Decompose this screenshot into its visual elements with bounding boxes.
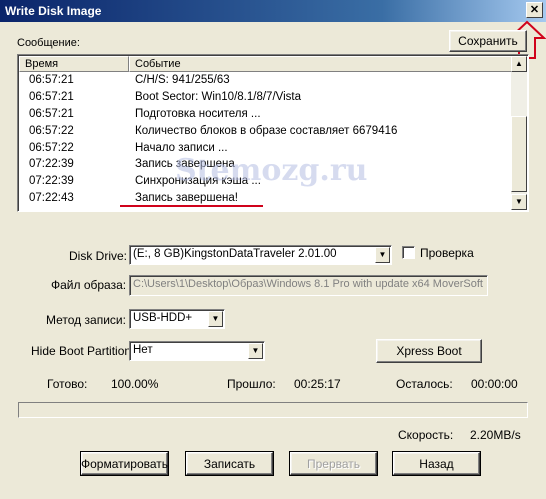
verify-checkbox[interactable] <box>402 246 415 259</box>
log-list-header: Время Событие <box>19 56 513 72</box>
image-file-value: C:\Users\1\Desktop\Образ\Windows 8.1 Pro… <box>133 278 483 290</box>
window-title: Write Disk Image <box>5 4 102 18</box>
log-row[interactable]: 06:57:21 Boot Sector: Win10/8.1/8/7/Vista <box>19 89 513 106</box>
log-time: 07:22:39 <box>29 158 74 171</box>
remaining-label: Осталось: <box>396 377 453 391</box>
disk-drive-value: (E:, 8 GB)KingstonDataTraveler 2.01.00 <box>133 248 337 260</box>
dropdown-arrow-icon[interactable]: ▼ <box>208 311 223 327</box>
log-event: Boot Sector: Win10/8.1/8/7/Vista <box>135 90 301 103</box>
log-row[interactable]: 06:57:21 C/H/S: 941/255/63 <box>19 72 513 89</box>
write-button-label: Записать <box>203 456 256 471</box>
log-time: 06:57:21 <box>29 90 74 103</box>
xpress-boot-button[interactable]: Xpress Boot <box>376 339 482 363</box>
log-row[interactable]: 07:22:39 Синхронизация кэша ... <box>19 173 513 190</box>
done-value: 100.00% <box>111 377 159 391</box>
log-row[interactable]: 06:57:21 Подготовка носителя ... <box>19 106 513 123</box>
remaining-value: 00:00:00 <box>471 377 518 391</box>
log-time: 07:22:43 <box>29 192 74 205</box>
image-file-field: C:\Users\1\Desktop\Образ\Windows 8.1 Pro… <box>129 275 488 296</box>
log-label: Сообщение: <box>17 37 80 49</box>
log-list[interactable]: Время Событие 06:57:21 C/H/S: 941/255/63 … <box>17 54 529 212</box>
save-log-button-label: Сохранить <box>458 34 518 48</box>
close-icon: ✕ <box>529 4 540 16</box>
abort-button-label: Прервать <box>306 456 361 471</box>
write-method-value: USB-HDD+ <box>133 312 193 324</box>
log-time: 06:57:22 <box>29 124 74 137</box>
speed-value: 2.20MB/s <box>470 428 521 442</box>
scroll-down-icon[interactable]: ▼ <box>511 194 527 210</box>
speed-label: Скорость: <box>398 428 454 442</box>
image-file-label: Файл образа: <box>51 278 127 292</box>
elapsed-value: 00:25:17 <box>294 377 341 391</box>
back-button-label: Назад <box>419 456 454 471</box>
scroll-up-icon[interactable]: ▲ <box>511 56 527 72</box>
log-time: 06:57:21 <box>29 74 74 86</box>
log-row[interactable]: 07:22:43 Запись завершена! <box>19 190 513 207</box>
column-header-event[interactable]: Событие <box>129 56 513 72</box>
log-row[interactable]: 07:22:39 Запись завершена <box>19 156 513 173</box>
log-event: Начало записи ... <box>135 141 228 154</box>
column-header-time[interactable]: Время <box>19 56 129 72</box>
log-time: 06:57:21 <box>29 107 74 120</box>
scroll-thumb[interactable] <box>511 116 527 192</box>
format-button[interactable]: Форматировать <box>80 451 169 476</box>
log-event: Подготовка носителя ... <box>135 107 261 120</box>
save-log-button[interactable]: Сохранить <box>449 30 527 52</box>
log-row[interactable]: 06:57:22 Количество блоков в образе соста… <box>19 123 513 140</box>
dropdown-arrow-icon[interactable]: ▼ <box>248 343 263 359</box>
write-button[interactable]: Записать <box>185 451 274 476</box>
write-method-select[interactable]: USB-HDD+ ▼ <box>129 309 225 329</box>
log-scrollbar[interactable]: ▲ ▼ <box>511 56 527 210</box>
log-row[interactable]: 06:57:22 Начало записи ... <box>19 140 513 157</box>
progress-bar <box>18 402 528 418</box>
back-button[interactable]: Назад <box>392 451 481 476</box>
log-event: Синхронизация кэша ... <box>135 175 261 188</box>
hide-boot-label: Hide Boot Partition: <box>31 344 135 358</box>
write-method-label: Метод записи: <box>46 313 126 327</box>
title-bar: Write Disk Image ✕ <box>0 0 546 22</box>
format-button-label: Форматировать <box>80 456 169 471</box>
annotation-underline <box>120 205 263 207</box>
log-time: 06:57:22 <box>29 141 74 154</box>
hide-boot-select[interactable]: Нет ▼ <box>129 341 265 361</box>
elapsed-label: Прошло: <box>227 377 276 391</box>
disk-drive-select[interactable]: (E:, 8 GB)KingstonDataTraveler 2.01.00 ▼ <box>129 245 392 265</box>
log-rows: 06:57:21 C/H/S: 941/255/63 06:57:21 Boot S… <box>19 72 513 207</box>
done-label: Готово: <box>47 377 88 391</box>
verify-label: Проверка <box>420 246 474 260</box>
log-event: Количество блоков в образе составляет 66… <box>135 124 398 137</box>
log-event: C/H/S: 941/255/63 <box>135 74 230 86</box>
abort-button[interactable]: Прервать <box>289 451 378 476</box>
log-time: 07:22:39 <box>29 175 74 188</box>
dropdown-arrow-icon[interactable]: ▼ <box>375 247 390 263</box>
log-event: Запись завершена <box>135 158 235 171</box>
disk-drive-label: Disk Drive: <box>69 249 128 263</box>
hide-boot-value: Нет <box>133 344 153 356</box>
xpress-boot-label: Xpress Boot <box>396 344 462 358</box>
close-button[interactable]: ✕ <box>526 2 543 18</box>
